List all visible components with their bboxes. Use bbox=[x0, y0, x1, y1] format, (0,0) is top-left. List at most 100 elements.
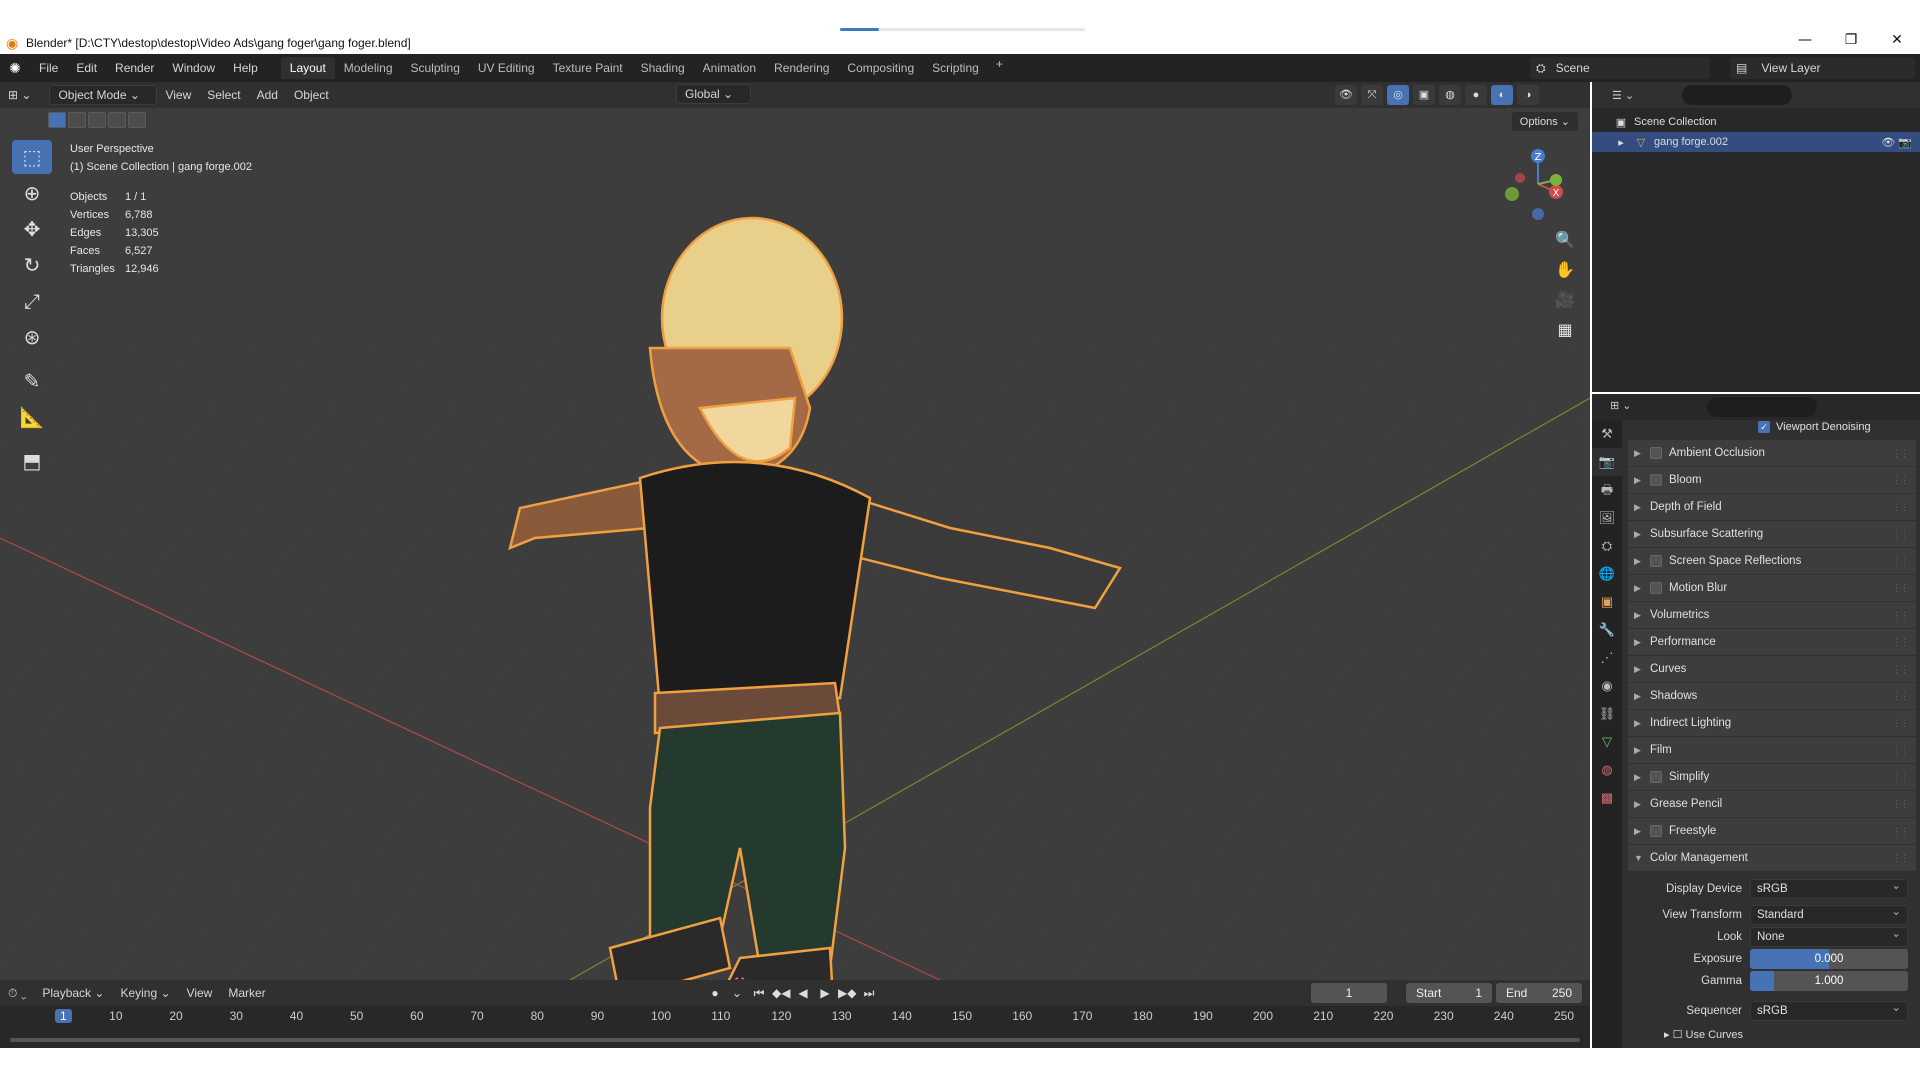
add-cube-tool-icon[interactable]: ⬒ bbox=[12, 444, 52, 478]
gamma-slider[interactable]: 1.000 bbox=[1750, 971, 1908, 991]
record-options-icon[interactable]: ⌄ bbox=[728, 983, 746, 1003]
drag-handle-icon[interactable]: ⋮⋮ bbox=[1892, 691, 1909, 702]
panel-performance[interactable]: ▶ Performance ⋮⋮ bbox=[1628, 629, 1916, 655]
scene-selector[interactable]: ⛭ Scene bbox=[1530, 57, 1710, 79]
panel-simplify[interactable]: ▶ Simplify ⋮⋮ bbox=[1628, 764, 1916, 790]
blender-logo-icon[interactable]: ✺ bbox=[0, 60, 30, 77]
move-tool-icon[interactable]: ✥ bbox=[12, 212, 52, 246]
end-frame-field[interactable]: End 250 bbox=[1496, 983, 1582, 1003]
panel-film[interactable]: ▶ Film ⋮⋮ bbox=[1628, 737, 1916, 763]
view-layer-tab-icon[interactable]: 🖼 bbox=[1592, 504, 1622, 532]
record-icon[interactable]: ● bbox=[706, 983, 724, 1003]
frame-ruler[interactable]: 1 10 20 30 40 50 60 70 80 90 100 110 120 130 140 150 160… bbox=[0, 1006, 1590, 1028]
tab-layout[interactable]: Layout bbox=[280, 57, 335, 79]
select-box-tool-icon[interactable]: ⬚ bbox=[12, 140, 52, 174]
timeline-scrollbar[interactable] bbox=[10, 1038, 1580, 1042]
drag-handle-icon[interactable]: ⋮⋮ bbox=[1892, 556, 1909, 567]
drag-handle-icon[interactable]: ⋮⋮ bbox=[1892, 853, 1909, 864]
menu-timeline-view[interactable]: View bbox=[179, 986, 221, 1000]
view-transform-select[interactable]: Standard bbox=[1750, 903, 1908, 925]
exposure-slider[interactable]: 0.000 bbox=[1750, 949, 1908, 969]
panel-freestyle[interactable]: ▶ Freestyle ⋮⋮ bbox=[1628, 818, 1916, 844]
material-shading-icon[interactable]: ◐ bbox=[1491, 85, 1513, 105]
tab-texture-paint[interactable]: Texture Paint bbox=[544, 57, 632, 79]
panel-bloom[interactable]: ▶ Bloom ⋮⋮ bbox=[1628, 467, 1916, 493]
panel-enable-checkbox[interactable] bbox=[1650, 474, 1662, 486]
restore-button[interactable]: ❐ bbox=[1828, 28, 1874, 52]
menu-help[interactable]: Help bbox=[224, 61, 267, 75]
tab-animation[interactable]: Animation bbox=[694, 57, 765, 79]
scene-tab-icon[interactable]: ⛭ bbox=[1592, 532, 1622, 560]
outliner-row-scene-collection[interactable]: ▣ Scene Collection bbox=[1592, 112, 1920, 132]
tool-tab-icon[interactable]: ⚒ bbox=[1592, 420, 1622, 448]
menu-render[interactable]: Render bbox=[106, 61, 163, 75]
select-invert-icon[interactable] bbox=[108, 112, 126, 128]
play-reverse-icon[interactable]: ◀ bbox=[794, 983, 812, 1003]
constraints-tab-icon[interactable]: ⛓ bbox=[1592, 700, 1622, 728]
navigation-gizmo[interactable]: Z X bbox=[1500, 144, 1570, 224]
panel-color-management[interactable]: ▼ Color Management ⋮⋮ bbox=[1628, 845, 1916, 871]
menu-window[interactable]: Window bbox=[163, 61, 224, 75]
drag-handle-icon[interactable]: ⋮⋮ bbox=[1892, 610, 1909, 621]
look-select[interactable]: None bbox=[1750, 925, 1908, 947]
tab-modeling[interactable]: Modeling bbox=[335, 57, 402, 79]
panel-subsurface-scattering[interactable]: ▶ Subsurface Scattering ⋮⋮ bbox=[1628, 521, 1916, 547]
menu-select[interactable]: Select bbox=[199, 86, 248, 104]
menu-file[interactable]: File bbox=[30, 61, 67, 75]
panel-screen-space-reflections[interactable]: ▶ Screen Space Reflections ⋮⋮ bbox=[1628, 548, 1916, 574]
tab-compositing[interactable]: Compositing bbox=[838, 57, 923, 79]
display-device-select[interactable]: sRGB bbox=[1750, 877, 1908, 899]
select-new-icon[interactable] bbox=[48, 112, 66, 128]
panel-volumetrics[interactable]: ▶ Volumetrics ⋮⋮ bbox=[1628, 602, 1916, 628]
panel-indirect-lighting[interactable]: ▶ Indirect Lighting ⋮⋮ bbox=[1628, 710, 1916, 736]
use-curves-panel[interactable]: ▸ ☐ Use Curves bbox=[1628, 1028, 1916, 1040]
tab-uv-editing[interactable]: UV Editing bbox=[469, 57, 544, 79]
scale-tool-icon[interactable]: ⤢ bbox=[12, 284, 52, 318]
panel-enable-checkbox[interactable] bbox=[1650, 555, 1662, 567]
cursor-tool-icon[interactable]: ⊕ bbox=[12, 176, 52, 210]
tab-rendering[interactable]: Rendering bbox=[765, 57, 838, 79]
current-frame-field[interactable]: 1 bbox=[1311, 983, 1387, 1003]
mode-select[interactable]: Object Mode ⌄ bbox=[49, 85, 158, 105]
visibility-icon[interactable]: 👁 bbox=[1335, 85, 1357, 105]
panel-enable-checkbox[interactable] bbox=[1650, 825, 1662, 837]
render-tab-icon[interactable]: 📷 bbox=[1592, 448, 1622, 476]
options-button[interactable]: Options ⌄ bbox=[1511, 112, 1578, 131]
close-button[interactable]: ✕ bbox=[1874, 28, 1920, 52]
select-intersect-icon[interactable] bbox=[128, 112, 146, 128]
menu-marker[interactable]: Marker bbox=[220, 986, 273, 1000]
panel-enable-checkbox[interactable] bbox=[1650, 582, 1662, 594]
drag-handle-icon[interactable]: ⋮⋮ bbox=[1892, 583, 1909, 594]
menu-edit[interactable]: Edit bbox=[67, 61, 106, 75]
prev-keyframe-icon[interactable]: ◆◀ bbox=[772, 983, 790, 1003]
drag-handle-icon[interactable]: ⋮⋮ bbox=[1892, 718, 1909, 729]
orientation-select[interactable]: Global ⌄ bbox=[676, 84, 751, 104]
editor-type-icon[interactable]: ⊞ ⌄ bbox=[0, 86, 39, 104]
texture-tab-icon[interactable]: ▩ bbox=[1592, 784, 1622, 812]
play-icon[interactable]: ▶ bbox=[816, 983, 834, 1003]
particles-tab-icon[interactable]: ⋰ bbox=[1592, 644, 1622, 672]
drag-handle-icon[interactable]: ⋮⋮ bbox=[1892, 799, 1909, 810]
output-tab-icon[interactable]: 🖶 bbox=[1592, 476, 1622, 504]
zoom-icon[interactable]: 🔍 bbox=[1553, 228, 1577, 252]
solid-shading-icon[interactable]: ● bbox=[1465, 85, 1487, 105]
physics-tab-icon[interactable]: ◉ bbox=[1592, 672, 1622, 700]
modifier-tab-icon[interactable]: 🔧 bbox=[1592, 616, 1622, 644]
drag-handle-icon[interactable]: ⋮⋮ bbox=[1892, 529, 1909, 540]
drag-handle-icon[interactable]: ⋮⋮ bbox=[1892, 772, 1909, 783]
material-tab-icon[interactable]: ◍ bbox=[1592, 756, 1622, 784]
jump-start-icon[interactable]: ⏮ bbox=[750, 983, 768, 1003]
select-subtract-icon[interactable] bbox=[88, 112, 106, 128]
3d-viewport[interactable]: Options ⌄ ⬚ ⊕ ✥ ↻ ⤢ ⊛ ✎ 📐 ⬒ User Perspec… bbox=[0, 108, 1590, 980]
menu-playback[interactable]: Playback ⌄ bbox=[34, 986, 112, 1000]
hand-icon[interactable]: ✋ bbox=[1553, 258, 1577, 282]
gizmo-icon[interactable]: ⤧ bbox=[1361, 85, 1383, 105]
tab-scripting[interactable]: Scripting bbox=[923, 57, 988, 79]
drag-handle-icon[interactable]: ⋮⋮ bbox=[1892, 826, 1909, 837]
panel-depth-of-field[interactable]: ▶ Depth of Field ⋮⋮ bbox=[1628, 494, 1916, 520]
grid-icon[interactable]: ▦ bbox=[1553, 318, 1577, 342]
properties-editor-type-icon[interactable]: ⊞ ⌄ bbox=[1610, 399, 1632, 412]
properties-search-input[interactable] bbox=[1707, 397, 1817, 417]
camera-icon[interactable]: 🎥 bbox=[1553, 288, 1577, 312]
jump-end-icon[interactable]: ⏭ bbox=[860, 983, 878, 1003]
